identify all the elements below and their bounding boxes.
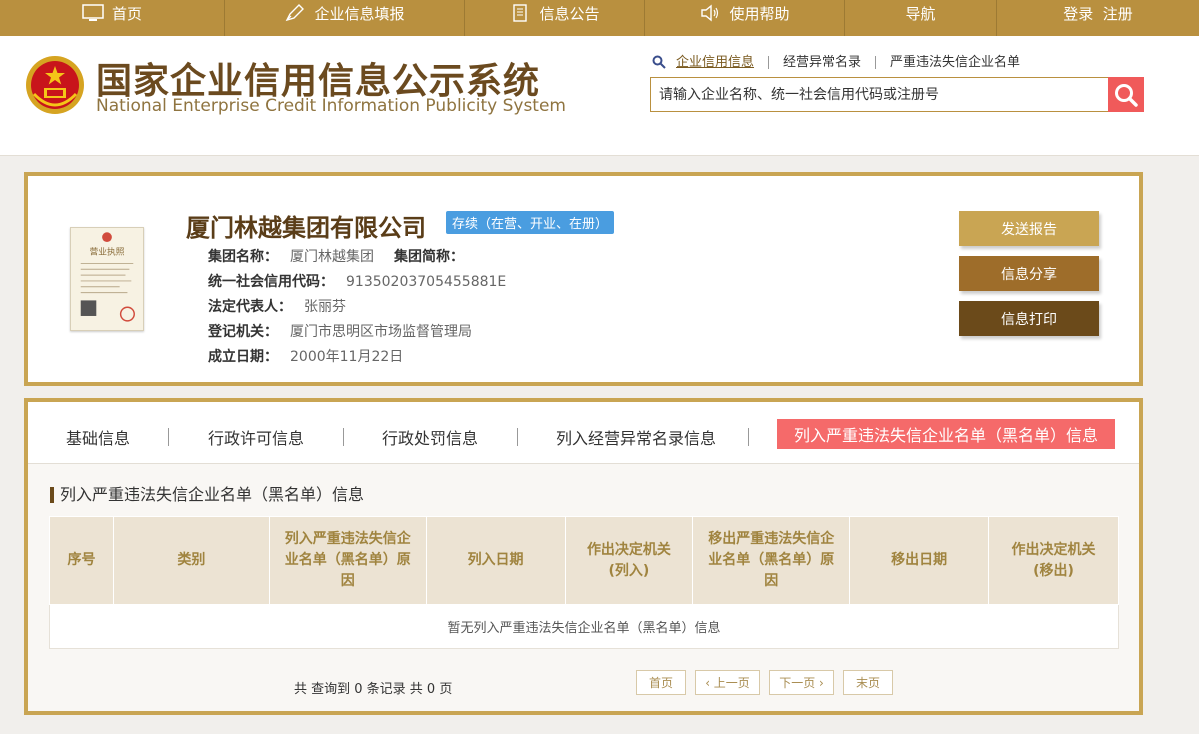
blacklist-table: 序号 类别 列入严重违法失信企业名单（黑名单）原因 列入日期 作出决定机关(列入… <box>49 516 1119 649</box>
section-title: 列入严重违法失信企业名单（黑名单）信息 <box>50 487 364 503</box>
table-row: 暂无列入严重违法失信企业名单（黑名单）信息 <box>49 604 1119 649</box>
group-name-label: 集团名称： <box>208 249 278 265</box>
col-header: 序号 <box>49 516 114 605</box>
nav-announcements[interactable]: 信息公告 <box>465 0 645 36</box>
nav-enterprise-report[interactable]: 企业信息填报 <box>225 0 465 36</box>
tab-abnormal-list[interactable]: 列入经营异常名录信息 <box>556 425 716 449</box>
credit-code-label: 统一社会信用代码： <box>208 274 334 290</box>
top-nav: 首页 企业信息填报 信息公告 使用帮助 导航 登录 注册 <box>0 0 1199 36</box>
share-info-button[interactable]: 信息分享 <box>959 256 1099 291</box>
col-header: 作出决定机关(移出) <box>988 516 1119 605</box>
table-header-row: 序号 类别 列入严重违法失信企业名单（黑名单）原因 列入日期 作出决定机关(列入… <box>49 516 1119 605</box>
nav-home[interactable]: 首页 <box>0 0 225 36</box>
search-tab-blacklist[interactable]: 严重违法失信企业名单 <box>876 56 1034 69</box>
group-name-row: 集团名称： 厦门林越集团 集团简称： <box>208 246 464 266</box>
credit-code-value: 91350203705455881E <box>346 274 507 290</box>
pen-icon <box>284 4 306 22</box>
status-badge: 存续（在营、开业、在册） <box>446 211 615 234</box>
col-header: 列入日期 <box>425 516 566 605</box>
nav-help-label: 使用帮助 <box>729 4 790 23</box>
founded-label: 成立日期： <box>208 349 278 365</box>
search-tab-abnormal-list[interactable]: 经营异常名录 <box>769 55 877 69</box>
nav-login-register-label: 登录 注册 <box>1063 4 1133 23</box>
nav-navigation[interactable]: 导航 <box>845 0 997 36</box>
credit-code-row: 统一社会信用代码： 91350203705455881E <box>208 271 506 291</box>
group-name-value: 厦门林越集团 <box>290 249 374 265</box>
empty-message: 暂无列入严重违法失信企业名单（黑名单）信息 <box>49 604 1119 649</box>
authority-row: 登记机关： 厦门市思明区市场监督管理局 <box>208 321 472 341</box>
blacklist-content: 列入严重违法失信企业名单（黑名单）信息 序号 类别 列入严重违法失信企业名单（黑… <box>28 464 1139 711</box>
tab-divider <box>168 428 169 446</box>
pager-prev-button[interactable]: ‹ 上一页 <box>695 670 760 695</box>
search-tabs: 企业信用信息 经营异常名录 严重违法失信企业名单 <box>652 55 1034 69</box>
tab-admin-penalty[interactable]: 行政处罚信息 <box>382 425 478 449</box>
legal-rep-value: 张丽芬 <box>304 299 346 315</box>
tab-divider <box>343 428 344 446</box>
company-card: 营业执照 厦门林越集团有限公司 存续（在营、开业、在册） 集团名称： 厦门林越集团… <box>24 172 1143 386</box>
company-name: 厦门林越集团有限公司 <box>186 214 426 242</box>
founded-row: 成立日期： 2000年11月22日 <box>208 346 403 366</box>
nav-announcements-label: 信息公告 <box>539 4 600 23</box>
svg-text:营业执照: 营业执照 <box>90 246 125 258</box>
search-tab-credit-info[interactable]: 企业信用信息 <box>676 55 770 69</box>
nav-navigation-label: 导航 <box>905 4 936 23</box>
col-header: 类别 <box>112 516 270 605</box>
tab-bar: 基础信息 行政许可信息 行政处罚信息 列入经营异常名录信息 列入严重违法失信企业… <box>28 402 1139 464</box>
col-header: 列入严重违法失信企业名单（黑名单）原因 <box>268 516 427 605</box>
monitor-icon <box>82 4 104 21</box>
tab-admin-license[interactable]: 行政许可信息 <box>208 425 304 449</box>
speaker-icon <box>699 4 721 22</box>
tab-divider <box>517 428 518 446</box>
authority-value: 厦门市思明区市场监督管理局 <box>290 324 472 340</box>
search-input[interactable] <box>650 77 1108 112</box>
search-icon <box>652 55 666 69</box>
nav-enterprise-report-label: 企业信息填报 <box>314 4 405 23</box>
tab-basic-info[interactable]: 基础信息 <box>66 425 130 449</box>
group-short-label: 集团简称： <box>394 249 464 265</box>
info-panel: 基础信息 行政许可信息 行政处罚信息 列入经营异常名录信息 列入严重违法失信企业… <box>24 398 1143 715</box>
col-header: 移出严重违法失信企业名单（黑名单）原因 <box>692 516 851 605</box>
pager-first-button[interactable]: 首页 <box>636 670 686 695</box>
col-header: 移出日期 <box>849 516 990 605</box>
tab-divider <box>748 428 749 446</box>
legal-rep-label: 法定代表人： <box>208 299 292 315</box>
document-icon <box>509 4 531 22</box>
national-emblem-icon <box>24 54 86 116</box>
pager-next-button[interactable]: 下一页 › <box>769 670 834 695</box>
tab-blacklist[interactable]: 列入严重违法失信企业名单（黑名单）信息 <box>777 419 1115 449</box>
authority-label: 登记机关： <box>208 324 278 340</box>
nav-home-label: 首页 <box>111 4 142 23</box>
nav-help[interactable]: 使用帮助 <box>645 0 845 36</box>
nav-login-register[interactable]: 登录 注册 <box>997 0 1199 36</box>
pager-last-button[interactable]: 末页 <box>843 670 893 695</box>
search-icon <box>1115 83 1138 107</box>
legal-rep-row: 法定代表人： 张丽芬 <box>208 296 346 316</box>
col-header: 作出决定机关(列入) <box>564 516 694 605</box>
site-subtitle: National Enterprise Credit Information P… <box>96 96 566 116</box>
business-license-image[interactable]: 营业执照 <box>70 227 144 331</box>
pagination-summary: 共 查询到 0 条记录 共 0 页 <box>294 682 453 697</box>
site-header: 国家企业信用信息公示系统 National Enterprise Credit … <box>0 36 1199 156</box>
search-button[interactable] <box>1108 77 1144 112</box>
send-report-button[interactable]: 发送报告 <box>959 211 1099 246</box>
print-info-button[interactable]: 信息打印 <box>959 301 1099 336</box>
founded-value: 2000年11月22日 <box>290 349 404 365</box>
